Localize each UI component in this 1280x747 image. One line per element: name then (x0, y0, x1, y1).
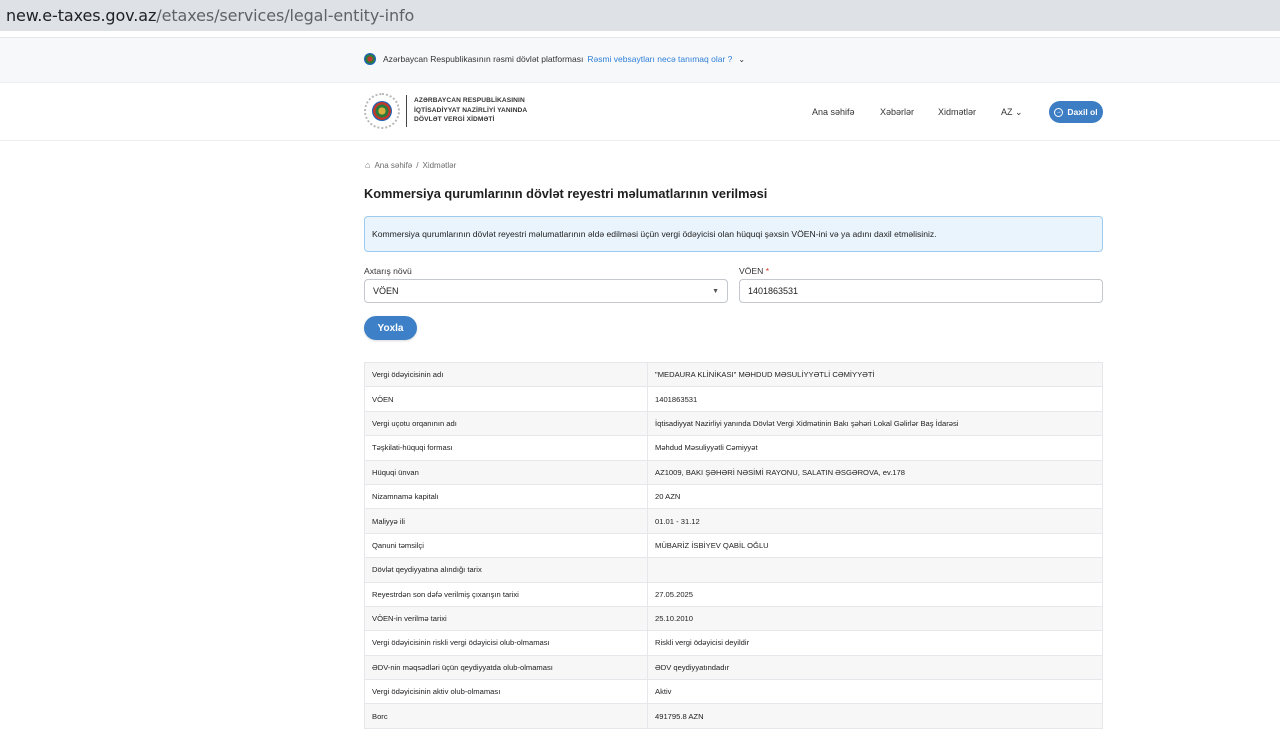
gov-platform-text: Azərbaycan Respublikasının rəsmi dövlət … (383, 54, 584, 64)
login-icon: → (1054, 107, 1064, 117)
table-row: VÖEN 1401863531 (364, 386, 1103, 412)
field-name-cell: VÖEN-in verilmə tarixi (364, 606, 648, 632)
field-value-cell (647, 557, 1103, 583)
org-line-1: AZƏRBAYCAN RESPUBLİKASININ (414, 97, 525, 104)
table-row: Dövlət qeydiyyatına alındığı tarix (364, 557, 1103, 583)
field-value-cell: 20 AZN (647, 484, 1103, 510)
field-value-cell: 25.10.2010 (647, 606, 1103, 632)
result-table: Vergi ödəyicisinin adı "MEDAURA KLİNİKASI… (364, 362, 1103, 729)
table-row: Nizamnamə kapitalı 20 AZN (364, 484, 1103, 510)
state-emblem-icon (364, 53, 376, 65)
emblem-icon (372, 101, 392, 121)
org-line-3: DÖVLƏT VERGİ XİDMƏTİ (414, 116, 495, 123)
login-button[interactable]: → Daxil ol (1049, 101, 1103, 123)
field-name-cell: Dövlət qeydiyyatına alındığı tarix (364, 557, 648, 583)
field-value-cell: ƏDV qeydiyyatındadır (647, 655, 1103, 681)
site-header: AZƏRBAYCAN RESPUBLİKASININ İQTİSADİYYAT … (0, 83, 1280, 141)
field-name-cell: Vergi ödəyicisinin aktiv olub-olmaması (364, 679, 648, 705)
nav-services[interactable]: Xidmətlər (938, 107, 976, 117)
field-name-cell: Təşkilati-hüquqi forması (364, 435, 648, 461)
voen-input-value: 1401863531 (748, 286, 799, 296)
field-value-cell: 1401863531 (647, 386, 1103, 412)
table-row: Vergi ödəyicisinin aktiv olub-olmaması Ak… (364, 679, 1103, 705)
field-name-cell: Hüquqi ünvan (364, 460, 648, 485)
field-name-cell: ƏDV-nin məqsədləri üçün qeydiyyatda olub… (364, 655, 648, 681)
tax-service-logo[interactable] (364, 93, 400, 129)
table-row: Hüquqi ünvan AZ1009, BAKI ŞƏHƏRİ NƏSİMİ R… (364, 460, 1103, 485)
info-alert: Kommersiya qurumlarının dövlət reyestri … (364, 216, 1103, 252)
table-row: Vergi uçotu orqanının adı İqtisadiyyat Na… (364, 411, 1103, 437)
nav-home[interactable]: Ana səhifə (812, 107, 855, 117)
field-name-cell: VÖEN (364, 386, 648, 412)
org-name[interactable]: AZƏRBAYCAN RESPUBLİKASININ İQTİSADİYYAT … (414, 96, 527, 125)
dropdown-arrow-icon: ▼ (712, 288, 719, 295)
table-row: Təşkilati-hüquqi forması Məhdud Məsuliyyə… (364, 435, 1103, 461)
field-value-cell: Aktiv (647, 679, 1103, 705)
breadcrumb-home[interactable]: Ana səhifə (374, 161, 412, 170)
org-line-2: İQTİSADİYYAT NAZİRLİYİ YANINDA (414, 106, 528, 114)
language-label: AZ (1001, 107, 1013, 117)
language-selector[interactable]: AZ ⌄ (1001, 107, 1023, 118)
logo-divider (406, 95, 407, 127)
field-value-cell: AZ1009, BAKI ŞƏHƏRİ NƏSİMİ RAYONU, SALAT… (647, 460, 1103, 485)
search-type-value: VÖEN (373, 286, 399, 296)
field-value-cell: Məhdud Məsuliyyətli Cəmiyyət (647, 435, 1103, 461)
field-value-cell: MÜBARİZ İSBİYEV QABİL OĞLU (647, 533, 1103, 559)
table-row: Reyestrdən son dəfə verilmiş çıxarışın t… (364, 582, 1103, 607)
table-row: Vergi ödəyicisinin adı "MEDAURA KLİNİKASI… (364, 362, 1103, 388)
browser-address-bar[interactable]: new.e-taxes.gov.az/etaxes/services/legal… (0, 0, 1280, 31)
field-name-cell: Vergi ödəyicisinin riskli vergi ödəyicis… (364, 630, 648, 656)
home-icon[interactable]: ⌂ (365, 160, 370, 170)
page-title: Kommersiya qurumlarının dövlət reyestri … (364, 186, 768, 201)
voen-label-text: VÖEN (739, 266, 764, 276)
required-marker: * (765, 266, 770, 276)
chevron-down-icon[interactable]: ⌄ (738, 55, 745, 64)
field-name-cell: Vergi ödəyicisinin adı (364, 362, 648, 388)
how-to-recognize-link[interactable]: Rəsmi vebsaytları necə tanımaq olar ? (587, 54, 732, 64)
gov-platform-banner: Azərbaycan Respublikasının rəsmi dövlət … (0, 38, 1280, 83)
voen-label: VÖEN * (739, 266, 769, 276)
field-name-cell: Borc (364, 703, 648, 729)
search-type-label: Axtarış növü (364, 266, 412, 276)
field-value-cell: 01.01 - 31.12 (647, 508, 1103, 534)
browser-gap (0, 31, 1280, 38)
field-name-cell: Maliyyə ili (364, 508, 648, 534)
search-type-select[interactable]: VÖEN ▼ (364, 279, 728, 303)
field-value-cell: İqtisadiyyat Nazirliyi yanında Dövlət Ve… (647, 411, 1103, 437)
breadcrumb-current[interactable]: Xidmətlər (422, 161, 456, 170)
breadcrumb: ⌂ Ana səhifə / Xidmətlər (365, 160, 456, 170)
field-value-cell: Riskli vergi ödəyicisi deyildir (647, 630, 1103, 656)
field-value-cell: 491795.8 AZN (647, 703, 1103, 729)
login-label: Daxil ol (1067, 107, 1098, 117)
voen-input[interactable]: 1401863531 (739, 279, 1103, 303)
breadcrumb-separator: / (416, 160, 419, 170)
table-row: Maliyyə ili 01.01 - 31.12 (364, 508, 1103, 534)
table-row: VÖEN-in verilmə tarixi 25.10.2010 (364, 606, 1103, 632)
field-name-cell: Nizamnamə kapitalı (364, 484, 648, 510)
table-row: Borc 491795.8 AZN (364, 703, 1103, 729)
nav-news[interactable]: Xəbərlər (880, 107, 914, 117)
table-row: Qanuni təmsilçi MÜBARİZ İSBİYEV QABİL OĞL… (364, 533, 1103, 559)
check-button[interactable]: Yoxla (364, 316, 417, 340)
field-value-cell: "MEDAURA KLİNİKASI" MƏHDUD MƏSULİYYƏTLİ … (647, 362, 1103, 388)
url-text[interactable]: new.e-taxes.gov.az/etaxes/services/legal… (6, 6, 414, 25)
table-row: Vergi ödəyicisinin riskli vergi ödəyicis… (364, 630, 1103, 656)
table-row: ƏDV-nin məqsədləri üçün qeydiyyatda olub… (364, 655, 1103, 681)
info-text: Kommersiya qurumlarının dövlət reyestri … (372, 229, 937, 239)
field-name-cell: Vergi uçotu orqanının adı (364, 411, 648, 437)
field-name-cell: Qanuni təmsilçi (364, 533, 648, 559)
field-name-cell: Reyestrdən son dəfə verilmiş çıxarışın t… (364, 582, 648, 607)
field-value-cell: 27.05.2025 (647, 582, 1103, 607)
chevron-down-icon: ⌄ (1015, 107, 1023, 117)
